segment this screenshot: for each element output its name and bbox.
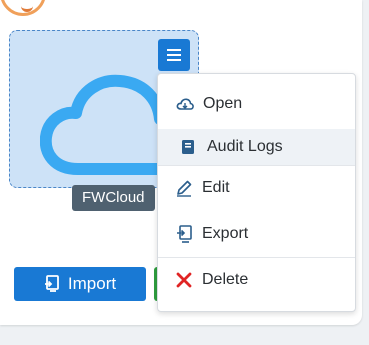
- menu-item-label: Open: [203, 95, 243, 112]
- card-context-menu: Open Audit Logs Edit Export Delete: [157, 73, 356, 312]
- cloud-icon: [175, 94, 195, 114]
- menu-item-delete[interactable]: Delete: [158, 262, 355, 298]
- menu-item-export[interactable]: Export: [158, 216, 355, 252]
- book-icon: [178, 137, 198, 157]
- import-icon: [44, 275, 59, 292]
- user-avatar[interactable]: [0, 0, 46, 16]
- hamburger-line: [167, 54, 181, 56]
- menu-divider: [158, 257, 355, 258]
- import-button[interactable]: Import: [14, 267, 146, 301]
- hamburger-line: [167, 49, 181, 51]
- menu-item-open[interactable]: Open: [158, 86, 355, 122]
- menu-item-label: Audit Logs: [207, 138, 283, 155]
- menu-item-audit-logs[interactable]: Audit Logs: [158, 129, 355, 165]
- hamburger-line: [167, 59, 181, 61]
- export-icon: [174, 224, 194, 244]
- menu-item-edit[interactable]: Edit: [158, 170, 355, 206]
- import-button-label: Import: [67, 274, 117, 293]
- pencil-icon: [174, 178, 194, 198]
- close-icon: [174, 270, 194, 290]
- card-menu-button[interactable]: [158, 39, 190, 71]
- card-label: FWCloud: [72, 185, 155, 211]
- menu-divider: [158, 165, 355, 166]
- menu-item-label: Export: [202, 225, 249, 242]
- menu-item-label: Edit: [202, 179, 230, 196]
- menu-item-label: Delete: [202, 271, 249, 288]
